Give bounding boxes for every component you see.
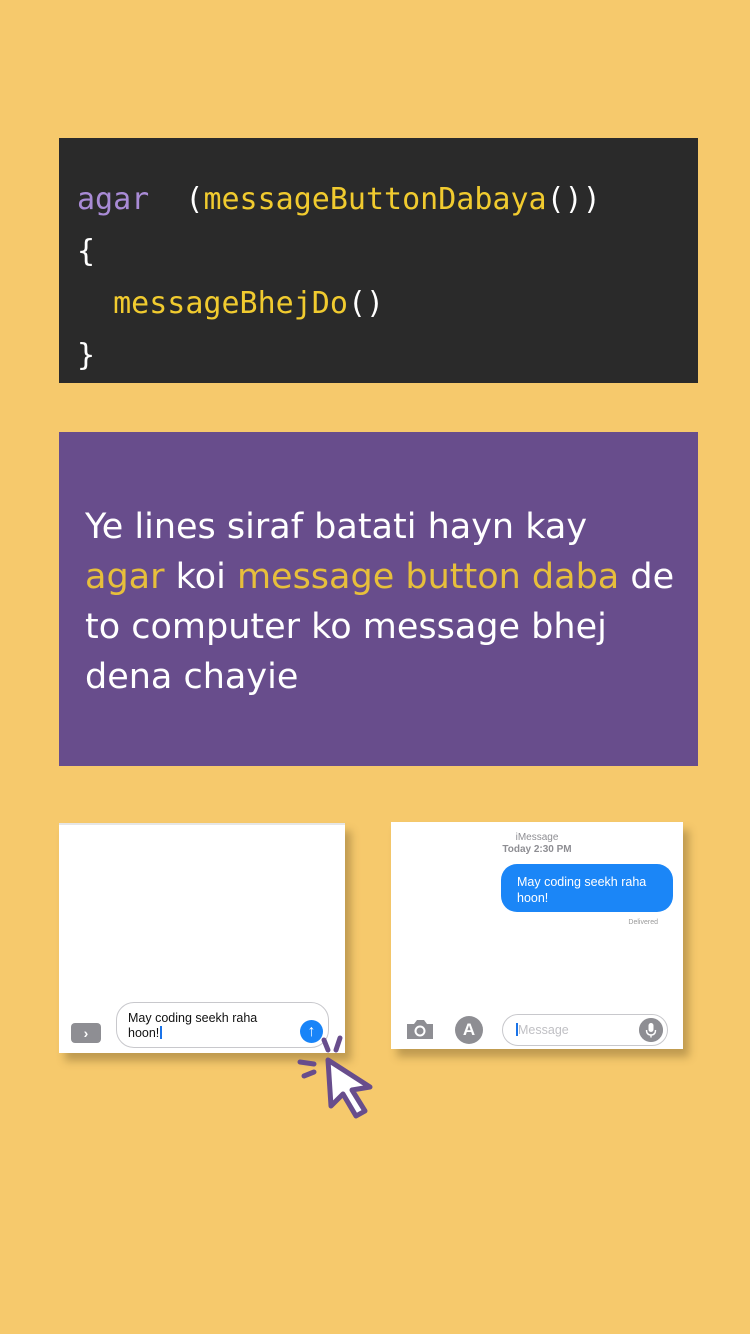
text-caret: [160, 1026, 163, 1039]
explanation-highlight-button: message button daba: [236, 557, 620, 597]
explanation-highlight-agar: agar: [85, 557, 165, 597]
code-snippet: agar (messageButtonDabaya()) { messageBh…: [59, 138, 698, 383]
explanation-panel: Ye lines siraf batati hayn kay agar koi …: [59, 432, 698, 766]
code-keyword-agar: agar: [77, 182, 150, 217]
code-line-1: agar (messageButtonDabaya()): [77, 174, 698, 226]
code-fn-messageBhejDo: messageBhejDo: [113, 286, 348, 321]
camera-icon[interactable]: [405, 1018, 435, 1040]
compose-screenshot: › May coding seekh raha hoon! ↑: [59, 823, 345, 1053]
code-open-paren: (: [185, 182, 204, 217]
sent-message-bubble: May coding seekh raha hoon!: [501, 864, 673, 912]
click-cursor-icon: [297, 1035, 373, 1119]
conversation-header: iMessage Today 2:30 PM: [391, 832, 683, 856]
service-label: iMessage: [515, 832, 559, 843]
message-input[interactable]: Message: [502, 1014, 668, 1046]
explanation-text-2: koi: [164, 557, 237, 597]
code-line-2: {: [77, 234, 96, 269]
delivery-status: Delivered: [628, 919, 658, 926]
explanation-text-1: Ye lines siraf batati hayn kay: [85, 507, 588, 547]
draft-text: May coding seekh raha hoon!: [128, 1011, 258, 1040]
timestamp: Today 2:30 PM: [502, 844, 572, 855]
code-close-parens: ()): [546, 182, 601, 217]
app-store-icon[interactable]: A: [455, 1016, 483, 1044]
imessage-screenshot: iMessage Today 2:30 PM May coding seekh …: [391, 822, 683, 1049]
code-call-parens: (): [347, 286, 385, 321]
microphone-icon[interactable]: [639, 1018, 663, 1042]
code-line-3: messageBhejDo(): [77, 278, 698, 330]
code-fn-messageButtonDabaya: messageButtonDabaya: [203, 182, 547, 217]
chevron-right-icon[interactable]: ›: [71, 1023, 101, 1043]
message-placeholder: Message: [518, 1023, 569, 1037]
code-line-4: }: [77, 338, 96, 373]
